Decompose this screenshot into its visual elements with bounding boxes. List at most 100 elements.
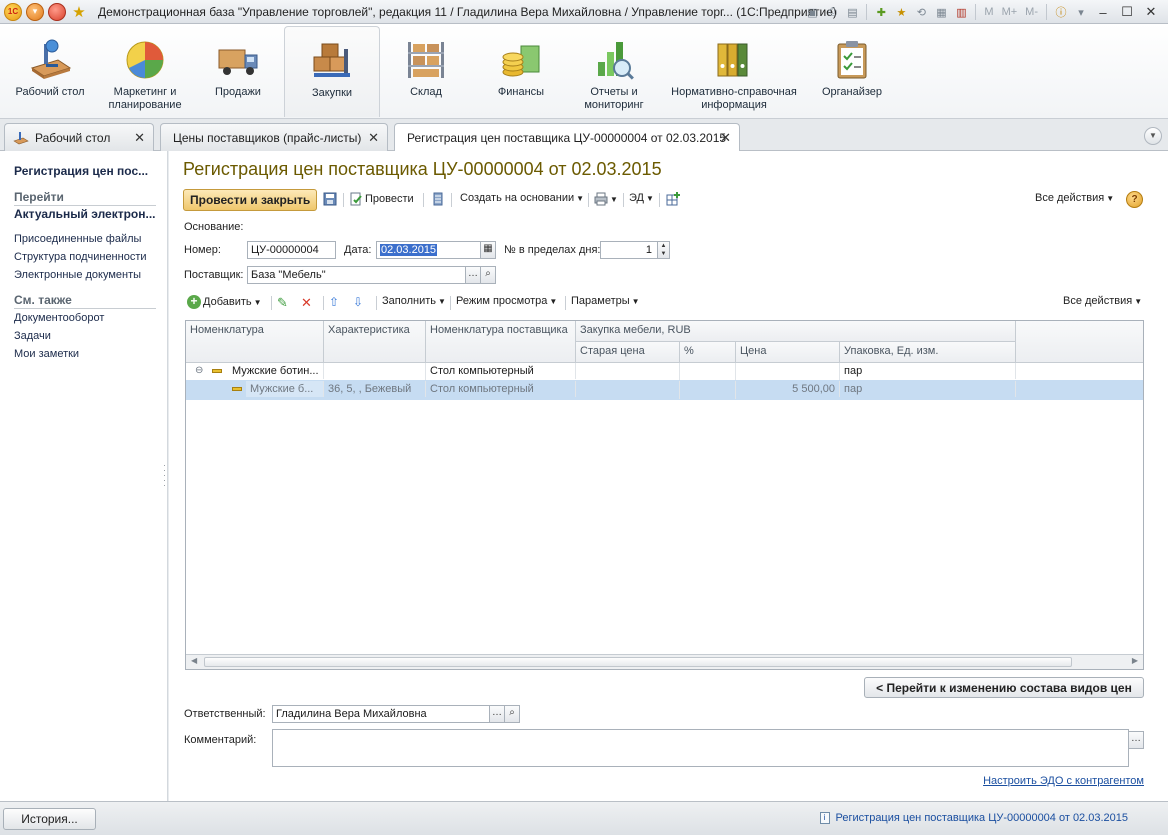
add-structure-button[interactable] [666,192,680,206]
column-header-price[interactable]: Цена [736,342,840,363]
nav-item-subordination[interactable]: Структура подчиненности [14,251,147,263]
post-button[interactable]: Провести [349,192,414,206]
add-favorite-icon[interactable]: ✚ [872,3,890,21]
configure-edo-link[interactable]: Настроить ЭДО с контрагентом [983,775,1144,787]
supplier-field[interactable]: База "Мебель" [247,266,466,284]
1c-logo-icon[interactable]: 1С [4,2,22,21]
post-document-icon [349,192,363,206]
edit-row-button[interactable]: ✎ [277,295,288,311]
comment-edit-button[interactable]: … [1128,731,1144,749]
info-icon[interactable]: ⓘ [1052,3,1070,21]
fill-dropdown[interactable]: Заполнить ▼ [382,295,446,307]
tab-price-registration[interactable]: Регистрация цен поставщика ЦУ-00000004 о… [394,123,740,152]
print-icon[interactable]: ⎙ [823,3,841,21]
table-row-selected[interactable]: Мужские б... 36, 5, , Бежевый Стол компь… [186,380,1143,400]
section-purchases[interactable]: Закупки [284,26,380,117]
edo-dropdown[interactable]: ЭД ▼ [629,192,654,204]
all-actions-dropdown[interactable]: Все действия ▼ [1035,192,1114,204]
post-and-close-button[interactable]: Провести и закрыть [183,189,318,211]
nav-item-document-flow[interactable]: Документооборот [14,312,104,324]
column-header-nomenclature[interactable]: Номенклатура [186,321,324,363]
chevron-down-icon[interactable]: ▾ [1072,3,1090,21]
save-icon[interactable]: ▣ [803,3,821,21]
section-warehouse[interactable]: Склад [386,26,466,117]
supplier-select-button[interactable]: … [465,266,481,284]
separator [1046,4,1047,20]
calculator-icon[interactable]: ▦ [932,3,950,21]
nav-item-current-edoc[interactable]: Актуальный электрон... [14,207,156,221]
main-menu-button[interactable]: ▾ [26,2,44,21]
section-marketing[interactable]: Маркетинг и планирование [100,26,190,117]
section-finance[interactable]: Финансы [481,26,561,117]
nav-item-tasks[interactable]: Задачи [14,330,51,342]
maximize-button[interactable]: ☐ [1116,3,1138,21]
close-tab-icon[interactable]: ✕ [720,130,731,146]
nav-item-electronic-docs[interactable]: Электронные документы [14,269,141,281]
section-organizer[interactable]: Органайзер [812,26,892,117]
tab-supplier-prices[interactable]: Цены поставщиков (прайс-листы) ✕ [160,123,388,151]
minimize-button[interactable]: – [1092,3,1114,21]
day-number-field[interactable]: 1 [600,241,658,259]
comment-field[interactable] [272,729,1129,767]
status-message[interactable]: i Регистрация цен поставщика ЦУ-00000004… [819,812,1128,824]
favorites-star-icon[interactable]: ★ [70,3,88,21]
column-header-percent[interactable]: % [680,342,736,363]
cell-nomenclature: Мужские б... [246,381,324,397]
responsible-select-button[interactable]: … [489,705,505,723]
calendar-icon[interactable]: ▦ [480,241,496,259]
delete-row-button[interactable]: ✕ [301,295,312,311]
nav-item-notes[interactable]: Мои заметки [14,348,79,360]
history-icon[interactable]: ⟲ [912,3,930,21]
tabs-list-button[interactable]: ▼ [1144,127,1162,145]
move-up-button[interactable]: ⇧ [329,295,339,309]
favorites-icon[interactable]: ★ [892,3,910,21]
parameters-dropdown[interactable]: Параметры ▼ [571,295,640,307]
scroll-left-icon[interactable]: ◀ [191,656,197,665]
scroll-thumb[interactable] [204,657,1072,667]
tab-desktop[interactable]: Рабочий стол ✕ [4,123,154,151]
scroll-right-icon[interactable]: ▶ [1132,656,1138,665]
memory-m-button[interactable]: M [981,6,996,18]
document-journal-button[interactable] [431,192,445,206]
memory-add-button[interactable]: M+ [999,6,1021,18]
close-tab-icon[interactable]: ✕ [368,130,379,146]
close-window-button[interactable]: ✕ [1140,3,1162,21]
prices-table[interactable]: Номенклатура Характеристика Номенклатура… [185,320,1144,670]
close-circle-icon[interactable] [48,2,66,21]
help-icon[interactable]: ? [1126,191,1143,208]
nav-item-attached-files[interactable]: Присоединенные файлы [14,233,141,245]
column-header-characteristic[interactable]: Характеристика [324,321,426,363]
add-row-button[interactable]: + Добавить ▼ [187,295,262,309]
memory-sub-button[interactable]: M- [1022,6,1041,18]
panel-resize-handle[interactable]: · · · · · [163,461,166,490]
column-header-supplier-nomenclature[interactable]: Номенклатура поставщика [426,321,576,363]
section-reports[interactable]: Отчеты и мониторинг [573,26,655,117]
nav-document-title[interactable]: Регистрация цен пос... [14,164,148,178]
change-price-kinds-button[interactable]: < Перейти к изменению состава видов цен [864,677,1144,698]
move-down-button[interactable]: ⇩ [353,295,363,309]
create-based-on-dropdown[interactable]: Создать на основании ▼ [460,192,584,204]
section-desktop[interactable]: Рабочий стол [10,26,90,117]
column-header-old-price[interactable]: Старая цена [576,342,680,363]
number-field[interactable]: ЦУ-00000004 [247,241,336,259]
search-icon[interactable]: ⌕ [504,705,520,723]
search-icon[interactable]: ⌕ [480,266,496,284]
table-row[interactable]: ⊖ Мужские ботин... Стол компьютерный пар [186,363,1143,381]
close-tab-icon[interactable]: ✕ [134,130,145,146]
collapse-icon[interactable]: ⊖ [195,365,203,376]
calendar-icon[interactable]: ▥ [952,3,970,21]
column-header-package[interactable]: Упаковка, Ед. изм. [840,342,1016,363]
table-all-actions-dropdown[interactable]: Все действия ▼ [1063,295,1142,307]
day-number-spinner[interactable]: ▲ ▼ [657,241,670,259]
horizontal-scrollbar[interactable]: ◀ ▶ [186,654,1143,669]
section-reference[interactable]: Нормативно-справочная информация [668,26,800,117]
date-field[interactable]: 02.03.2015 [376,241,482,259]
history-button[interactable]: История... [3,808,96,830]
save-document-button[interactable] [323,192,337,206]
print-dropdown[interactable]: ▼ [594,192,618,206]
preview-icon[interactable]: ▤ [843,3,861,21]
cell-package: пар [840,381,1016,397]
section-sales[interactable]: Продажи [198,26,278,117]
responsible-field[interactable]: Гладилина Вера Михайловна [272,705,490,723]
view-mode-dropdown[interactable]: Режим просмотра ▼ [456,295,557,307]
